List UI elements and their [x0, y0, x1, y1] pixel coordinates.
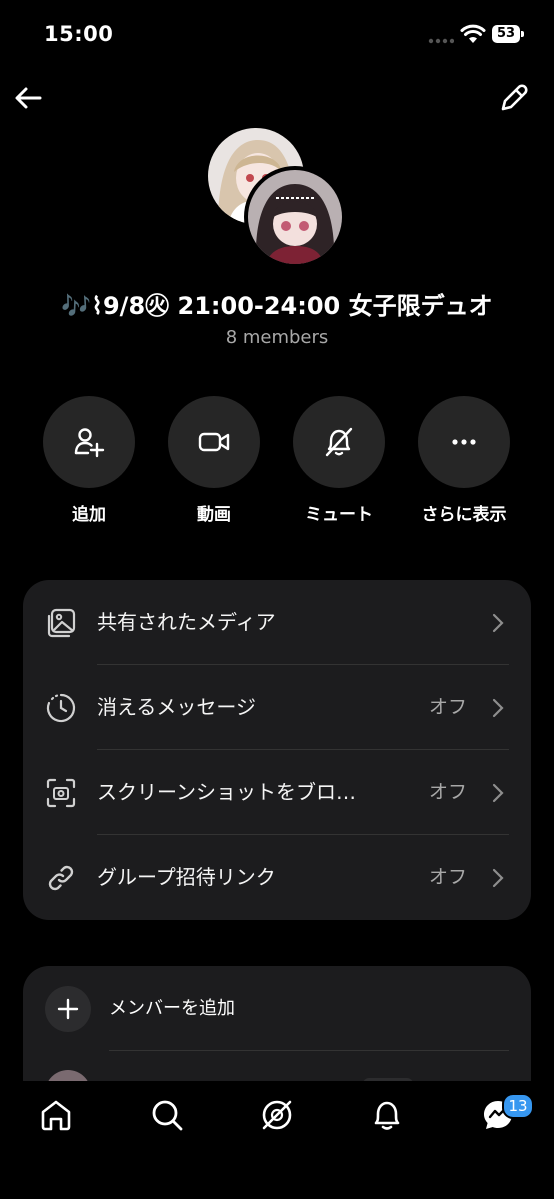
home-icon	[41, 1100, 71, 1131]
invite-link-value: オフ	[428, 866, 467, 888]
add-person-icon	[74, 428, 105, 458]
add-action-label: 追加	[72, 505, 106, 525]
explore-icon	[262, 1100, 292, 1130]
disappearing-messages-row[interactable]: 消えるメッセージ オフ	[23, 665, 531, 750]
row-divider	[109, 1050, 509, 1051]
chevron-right-icon	[492, 613, 504, 633]
group-avatar-2	[244, 166, 346, 268]
bell-muted-icon	[325, 427, 353, 457]
back-arrow-icon[interactable]	[10, 80, 46, 116]
screenshot-block-value: オフ	[428, 781, 467, 803]
bottom-tab-bar	[0, 1081, 554, 1199]
mute-action-button[interactable]: ミュート	[289, 396, 389, 525]
disappearing-messages-value: オフ	[428, 696, 467, 718]
shared-media-row[interactable]: 共有されたメディア	[23, 580, 531, 665]
invite-link-label: グループ招待リンク	[97, 865, 276, 889]
invite-link-row[interactable]: グループ招待リンク オフ	[23, 835, 531, 920]
member-count[interactable]: 8 members	[0, 327, 554, 348]
add-action-button[interactable]: 追加	[39, 396, 139, 525]
search-icon	[152, 1100, 183, 1131]
timer-icon	[46, 693, 76, 723]
video-action-button[interactable]: 動画	[164, 396, 264, 525]
tab-home[interactable]	[38, 1097, 74, 1133]
link-icon	[48, 865, 74, 891]
status-time: 15:00	[44, 22, 114, 46]
chevron-right-icon	[492, 783, 504, 803]
media-icon	[47, 608, 76, 638]
plus-icon	[57, 998, 79, 1020]
group-title: 🎶⌇9/8㊋ 21:00-24:00 女子限デュオ	[61, 292, 493, 320]
disappearing-messages-label: 消えるメッセージ	[97, 695, 256, 719]
screenshot-block-row[interactable]: スクリーンショットをブロ… オフ	[23, 750, 531, 835]
more-action-label: さらに表示	[421, 505, 507, 525]
add-member-label[interactable]: メンバーを追加	[109, 986, 235, 1032]
status-bar: 15:00 53	[0, 0, 554, 70]
group-avatars[interactable]	[208, 128, 348, 268]
more-action-button[interactable]: さらに表示	[414, 396, 514, 525]
more-icon	[452, 439, 476, 445]
tab-explore[interactable]	[259, 1097, 295, 1133]
chevron-right-icon	[492, 868, 504, 888]
video-camera-icon	[198, 432, 230, 452]
wifi-icon	[460, 24, 486, 43]
signal-icon	[428, 38, 454, 44]
mute-action-label: ミュート	[305, 505, 373, 525]
tab-notifications[interactable]	[369, 1097, 405, 1133]
screenshot-block-label: スクリーンショットをブロ…	[97, 780, 356, 804]
chevron-right-icon	[492, 698, 504, 718]
edit-pencil-icon[interactable]	[496, 80, 532, 116]
battery-level: 53	[492, 25, 520, 43]
tab-search[interactable]	[149, 1097, 185, 1133]
battery-indicator: 53	[492, 25, 524, 43]
messages-badge: 13	[502, 1093, 534, 1119]
screenshot-icon	[46, 778, 76, 808]
chat-settings-card: 共有されたメディア 消えるメッセージ オフ スクリーンショットをブロ… オフ グ…	[23, 580, 531, 920]
add-member-button[interactable]	[45, 986, 91, 1032]
video-action-label: 動画	[197, 505, 231, 525]
shared-media-label: 共有されたメディア	[97, 610, 276, 634]
notifications-icon	[374, 1101, 400, 1130]
